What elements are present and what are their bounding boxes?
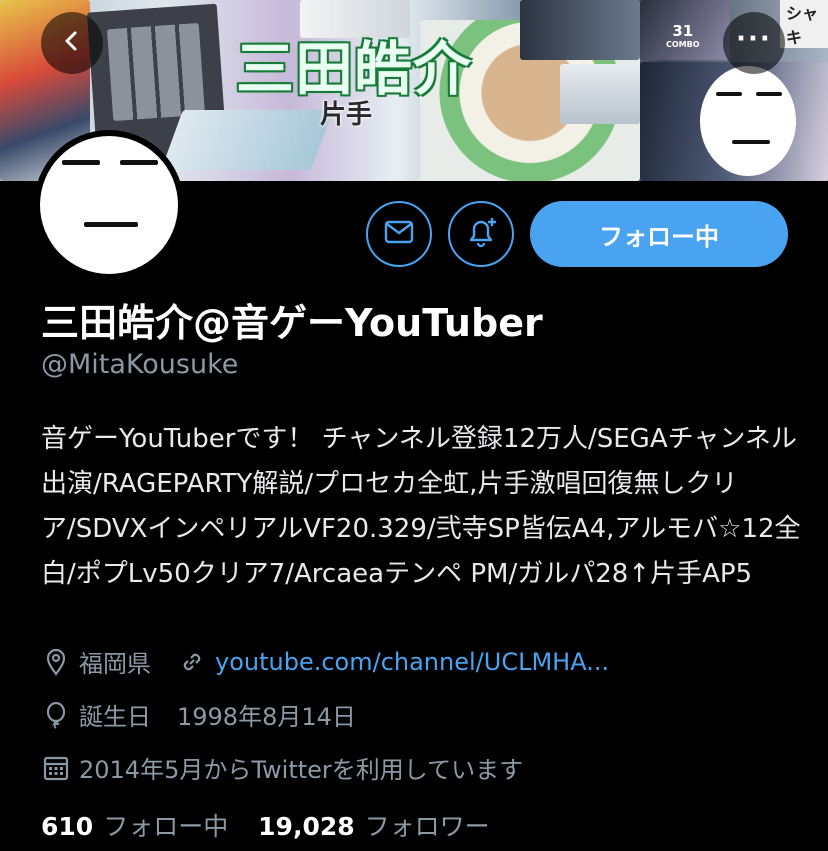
avatar[interactable]: [34, 130, 184, 280]
followers-link[interactable]: 19,028 フォロワー: [258, 812, 512, 841]
profile-url-link[interactable]: youtube.com/channel/UCLMHA...: [215, 648, 609, 676]
followers-label: フォロワー: [364, 812, 490, 841]
more-button[interactable]: ···: [723, 12, 785, 74]
following-label: フォロー中: [103, 812, 229, 841]
balloon-icon: [41, 700, 71, 730]
chevron-left-icon: [60, 29, 84, 57]
joined-text: 2014年5月からTwitterを利用しています: [79, 756, 524, 784]
birthday-row: 誕生日 1998年8月14日: [41, 697, 356, 732]
display-name: 三田皓介@音ゲーYouTuber: [41, 301, 543, 345]
combo-counter: 31 COMBO: [666, 24, 700, 52]
profile-bio: 音ゲーYouTuberです！ チャンネル登録12万人/SEGAチャンネル出演/R…: [41, 424, 801, 589]
notify-button[interactable]: [448, 201, 514, 267]
birthday-date: 1998年8月14日: [177, 703, 356, 731]
back-button[interactable]: [41, 12, 103, 74]
user-handle: @MitaKousuke: [41, 349, 239, 380]
location-url-row: 福岡県 youtube.com/channel/UCLMHA...: [41, 644, 609, 679]
banner-subtitle: 片手: [320, 100, 373, 130]
following-button[interactable]: フォロー中: [530, 201, 788, 267]
link-icon: [177, 647, 207, 677]
birthday-label: 誕生日: [79, 703, 151, 731]
joined-row: 2014年5月からTwitterを利用しています: [41, 750, 523, 785]
combo-label: COMBO: [666, 40, 700, 49]
following-link[interactable]: 610 フォロー中: [41, 812, 258, 841]
banner-corner-text: シャキ: [780, 0, 828, 48]
message-button[interactable]: [366, 201, 432, 267]
avatar-image: [40, 136, 178, 274]
followers-count: 19,028: [258, 812, 355, 841]
calendar-icon: [41, 753, 71, 783]
follow-counts: 610 フォロー中 19,028 フォロワー: [41, 807, 512, 843]
mail-icon: [384, 220, 414, 248]
bell-plus-icon: [464, 215, 498, 253]
location-pin-icon: [41, 647, 71, 677]
following-count: 610: [41, 812, 94, 841]
location-text: 福岡県: [79, 650, 151, 678]
more-horizontal-icon: ···: [736, 24, 772, 54]
